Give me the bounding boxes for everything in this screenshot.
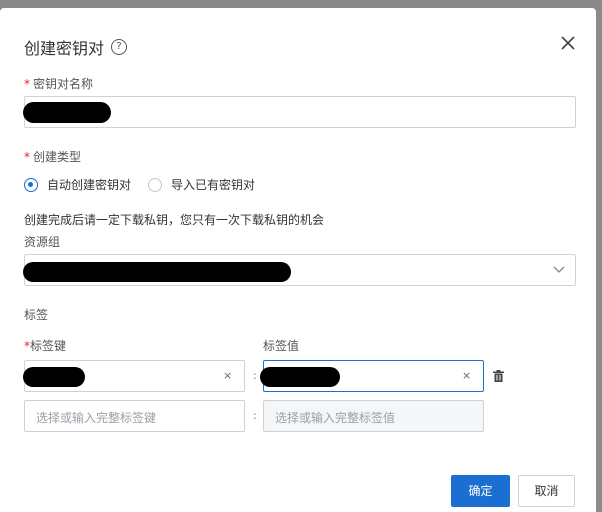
delete-tag-icon[interactable] <box>493 370 504 382</box>
redacted-value <box>260 367 340 387</box>
keypair-name-label-text: 密钥对名称 <box>33 77 94 91</box>
tag-key-input-new[interactable]: 选择或输入完整标签键 <box>24 400 245 432</box>
redacted-value <box>23 102 111 123</box>
tag-key-label: *标签键 <box>24 337 66 354</box>
private-key-hint: 创建完成后请一定下载私钥，您只有一次下载私钥的机会 <box>24 213 325 227</box>
clear-icon[interactable]: × <box>223 369 232 382</box>
cancel-button[interactable]: 取消 <box>518 475 575 507</box>
resource-group-select[interactable] <box>23 254 576 286</box>
tag-value-placeholder: 选择或输入完整标签值 <box>275 411 396 425</box>
required-mark: * <box>24 150 30 164</box>
keypair-name-label: * 密钥对名称 <box>24 75 93 92</box>
create-keypair-dialog: 创建密钥对 ? * 密钥对名称 * 创建类型 自动创建密钥对 导入已有密钥对 创建完… <box>0 8 596 512</box>
radio-selected-icon <box>24 177 38 192</box>
key-value-separator: : <box>253 369 257 382</box>
confirm-button[interactable]: 确定 <box>451 475 510 507</box>
radio-auto-create[interactable]: 自动创建密钥对 <box>24 176 131 193</box>
create-type-label: * 创建类型 <box>24 148 81 165</box>
redacted-value <box>23 367 85 387</box>
create-type-label-text: 创建类型 <box>33 150 82 164</box>
help-icon[interactable]: ? <box>111 39 128 55</box>
resource-group-label: 资源组 <box>24 235 61 249</box>
clear-icon[interactable]: × <box>462 369 471 382</box>
close-icon[interactable] <box>561 36 575 50</box>
dialog-title-text: 创建密钥对 <box>24 39 105 58</box>
tag-value-label: 标签值 <box>263 339 300 353</box>
tag-value-input-new[interactable]: 选择或输入完整标签值 <box>263 400 484 432</box>
tags-section-label: 标签 <box>24 308 49 322</box>
tag-key-input[interactable]: × <box>23 360 245 392</box>
tag-key-placeholder: 选择或输入完整标签键 <box>36 411 157 425</box>
dialog-title: 创建密钥对 ? <box>24 35 128 59</box>
radio-import-existing-label: 导入已有密钥对 <box>171 178 256 192</box>
keypair-name-input[interactable] <box>23 96 576 128</box>
redacted-value <box>23 262 291 282</box>
required-mark: * <box>24 77 30 91</box>
chevron-down-icon <box>553 266 565 273</box>
tag-key-label-text: 标签键 <box>30 339 67 353</box>
key-value-separator: : <box>253 409 257 422</box>
radio-auto-create-label: 自动创建密钥对 <box>47 178 132 192</box>
radio-import-existing[interactable]: 导入已有密钥对 <box>148 176 255 193</box>
radio-unselected-icon <box>148 177 162 192</box>
tag-value-input[interactable]: × <box>260 360 484 392</box>
